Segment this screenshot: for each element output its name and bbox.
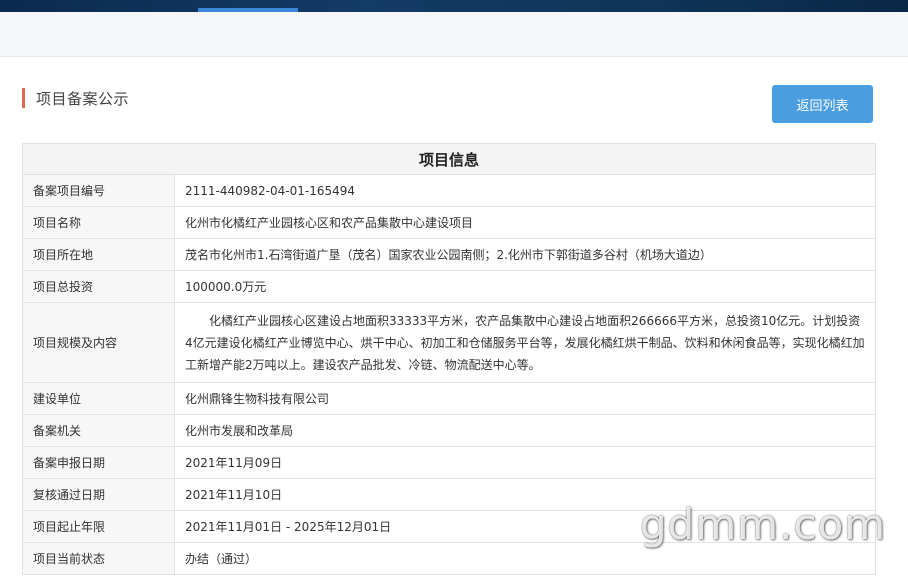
section-title: 项目备案公示: [36, 89, 130, 108]
row-label: 项目起止年限: [22, 510, 175, 543]
page-background-band: [0, 12, 908, 56]
table-row: 项目规模及内容 化橘红产业园核心区建设占地面积33333平方米，农产品集散中心建…: [22, 302, 876, 383]
top-nav-bar: [0, 0, 908, 12]
row-label: 项目当前状态: [22, 542, 175, 575]
table-caption-row: 项目信息: [22, 143, 876, 175]
table-row: 项目总投资 100000.0万元: [22, 270, 876, 303]
table-row: 备案申报日期 2021年11月09日: [22, 446, 876, 479]
row-value: 2111-440982-04-01-165494: [174, 174, 876, 207]
table-row: 建设单位 化州鼎锋生物科技有限公司: [22, 382, 876, 415]
back-to-list-button[interactable]: 返回列表: [772, 85, 873, 123]
table-row: 备案机关 化州市发展和改革局: [22, 414, 876, 447]
table-row: 备案项目编号 2111-440982-04-01-165494: [22, 174, 876, 207]
table-caption: 项目信息: [22, 143, 876, 175]
row-value: 2021年11月09日: [174, 446, 876, 479]
row-value: 化州市化橘红产业园核心区和农产品集散中心建设项目: [174, 206, 876, 239]
row-label: 项目名称: [22, 206, 175, 239]
row-label: 项目所在地: [22, 238, 175, 271]
section-header: 项目备案公示: [22, 87, 129, 109]
row-label: 建设单位: [22, 382, 175, 415]
table-row: 项目名称 化州市化橘红产业园核心区和农产品集散中心建设项目: [22, 206, 876, 239]
row-value: 化橘红产业园核心区建设占地面积33333平方米，农产品集散中心建设占地面积266…: [174, 302, 876, 383]
row-label: 项目规模及内容: [22, 302, 175, 383]
row-value: 化州市发展和改革局: [174, 414, 876, 447]
row-label: 复核通过日期: [22, 478, 175, 511]
table-row: 项目所在地 茂名市化州市1.石湾街道广垦（茂名）国家农业公园南侧；2.化州市下郭…: [22, 238, 876, 271]
section-accent-bar: [22, 88, 25, 108]
row-value: 100000.0万元: [174, 270, 876, 303]
row-label: 备案项目编号: [22, 174, 175, 207]
row-label: 项目总投资: [22, 270, 175, 303]
row-label: 备案申报日期: [22, 446, 175, 479]
site-watermark: gdmm.com: [640, 500, 887, 549]
row-value: 化州鼎锋生物科技有限公司: [174, 382, 876, 415]
row-value: 茂名市化州市1.石湾街道广垦（茂名）国家农业公园南侧；2.化州市下郭街道多谷村（…: [174, 238, 876, 271]
row-label: 备案机关: [22, 414, 175, 447]
